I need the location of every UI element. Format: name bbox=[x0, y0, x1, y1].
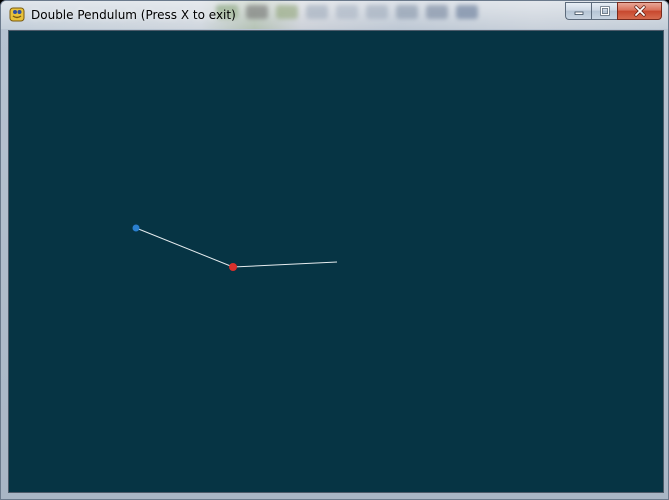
minimize-button[interactable] bbox=[565, 2, 591, 20]
maximize-button[interactable] bbox=[591, 2, 617, 20]
lower-rod bbox=[232, 261, 338, 268]
pygame-snake-icon[interactable] bbox=[9, 6, 25, 22]
pivot-point bbox=[132, 224, 140, 232]
caption-buttons bbox=[565, 2, 662, 20]
pendulum-window: Double Pendulum (Press X to exit) bbox=[0, 0, 669, 500]
title-bar[interactable]: Double Pendulum (Press X to exit) bbox=[1, 1, 668, 29]
close-button[interactable] bbox=[617, 2, 662, 20]
close-icon bbox=[633, 5, 646, 17]
pendulum-drawing bbox=[132, 224, 338, 271]
first-bob bbox=[229, 263, 237, 271]
background-taskbar-blur bbox=[216, 1, 546, 23]
pendulum-canvas[interactable] bbox=[8, 30, 664, 493]
minimize-icon bbox=[574, 11, 583, 15]
window-title: Double Pendulum (Press X to exit) bbox=[31, 8, 236, 22]
maximize-icon bbox=[599, 6, 610, 16]
upper-rod bbox=[135, 227, 234, 268]
